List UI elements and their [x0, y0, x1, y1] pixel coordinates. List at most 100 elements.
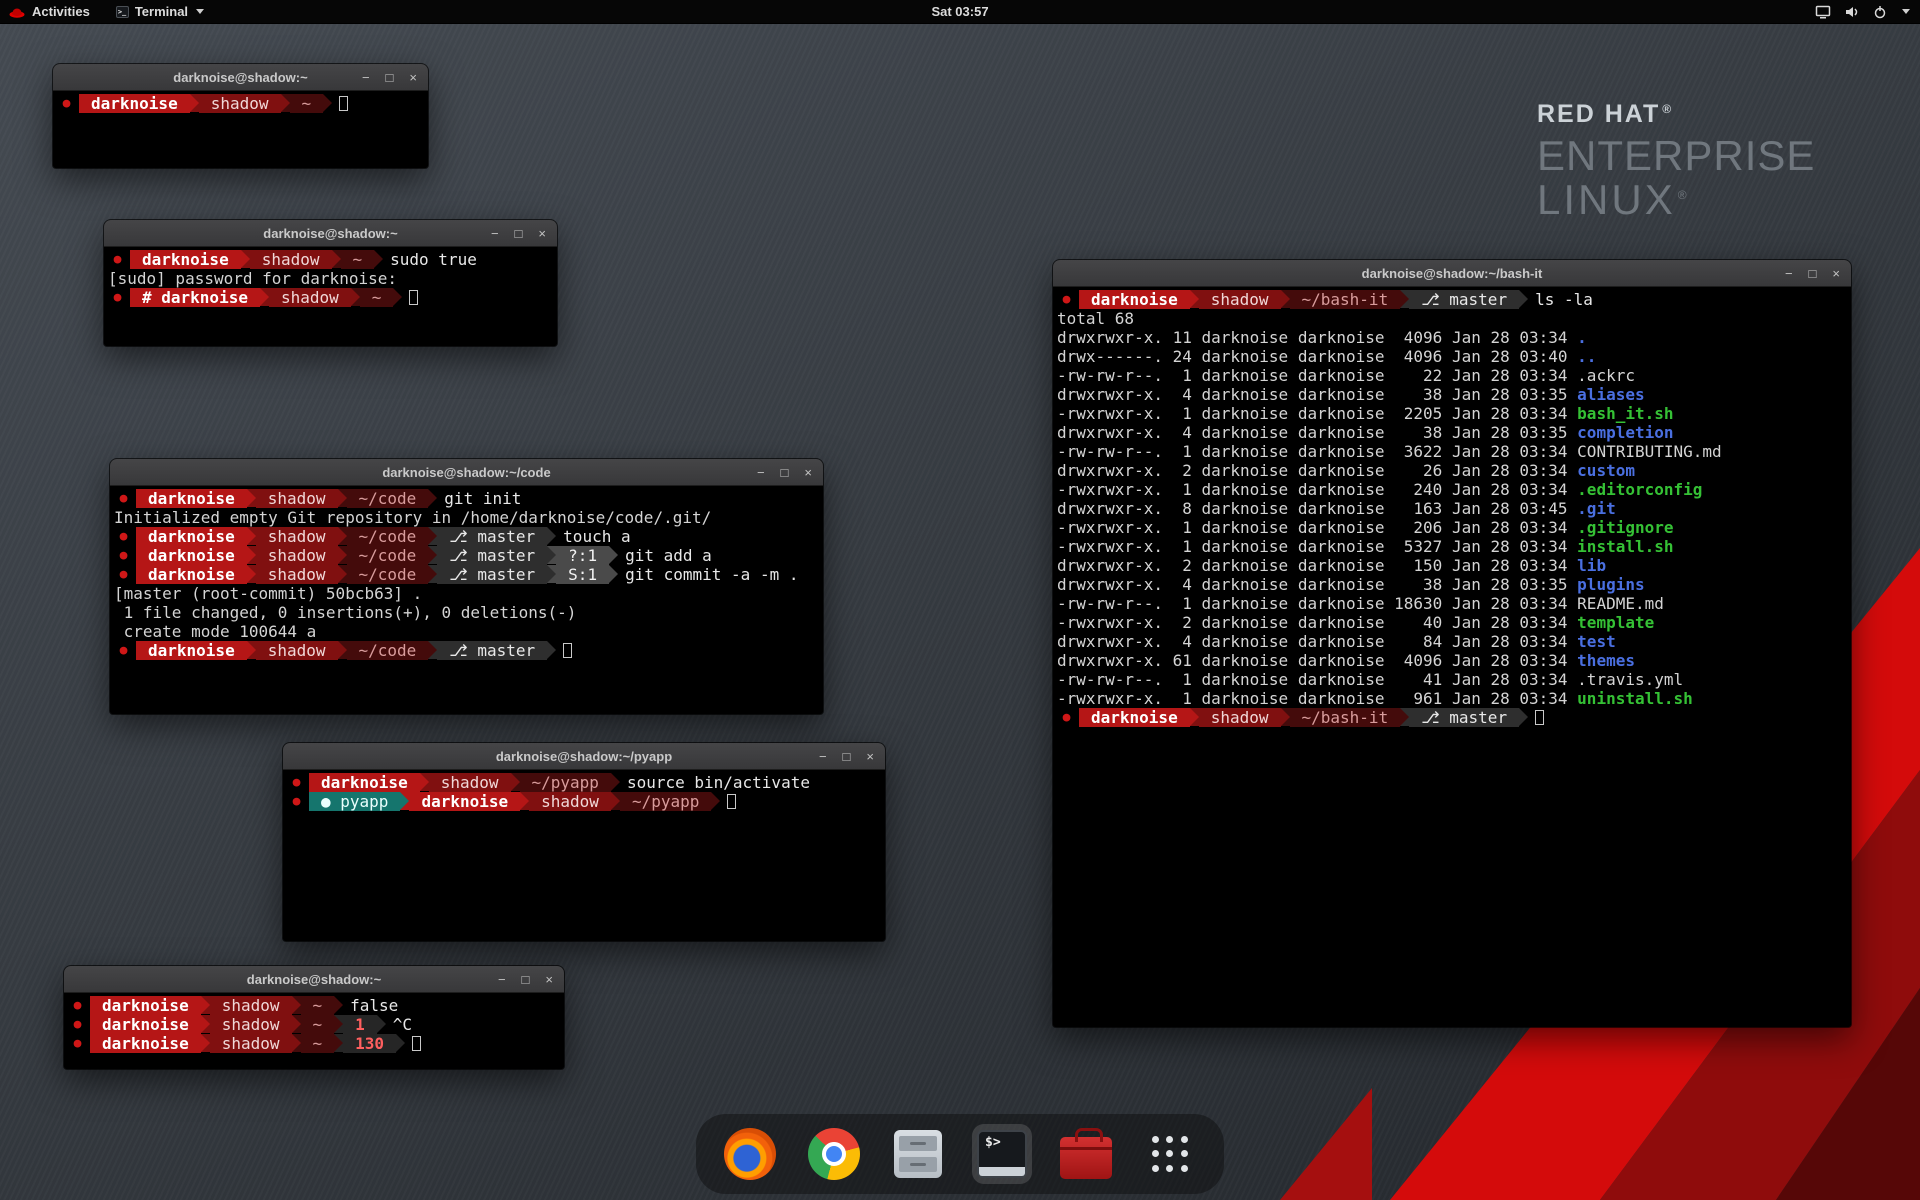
system-status-area[interactable] — [1815, 5, 1910, 19]
dock-item-toolbox[interactable] — [1056, 1124, 1116, 1184]
terminal-text-out: Initialized empty Git repository in /hom… — [114, 508, 711, 527]
dock-item-files[interactable] — [888, 1124, 948, 1184]
window-titlebar[interactable]: darknoise@shadow:~/code − □ × — [110, 459, 823, 486]
window-titlebar[interactable]: darknoise@shadow:~ − □ × — [53, 64, 428, 91]
terminal-line: create mode 100644 a — [114, 622, 823, 641]
terminal-line: drwx------. 24 darknoise darknoise 4096 … — [1057, 347, 1851, 366]
window-maximize-button[interactable]: □ — [386, 71, 394, 84]
prompt-segment-p-err: 1 — [343, 1015, 377, 1034]
window-title: darknoise@shadow:~ — [104, 220, 557, 247]
terminal-content[interactable]: ●darknoiseshadow~/pyappsource bin/activa… — [283, 770, 885, 941]
prompt-segment-p-path: ~/bash-it — [1290, 290, 1401, 309]
terminal-cursor — [339, 96, 348, 111]
terminal-text-out: drwxrwxr-x. 2 darknoise darknoise 150 Ja… — [1057, 556, 1577, 575]
window-titlebar[interactable]: darknoise@shadow:~ − □ × — [64, 966, 564, 993]
terminal-window-code: darknoise@shadow:~/code − □ × ●darknoise… — [110, 459, 823, 714]
powerline-arrow-icon — [292, 1034, 301, 1052]
prompt-segment-p-path: ~ — [290, 94, 324, 113]
prompt-segment-p-user: darknoise — [409, 792, 520, 811]
terminal-text-cmd: false — [350, 996, 398, 1015]
prompt-segment-p-user: darknoise — [1079, 290, 1190, 309]
clock[interactable]: Sat 03:57 — [0, 4, 1920, 19]
app-menu-terminal[interactable]: >_ Terminal — [116, 4, 204, 19]
window-titlebar[interactable]: darknoise@shadow:~/pyapp − □ × — [283, 743, 885, 770]
prompt-segment-p-path: ~ — [301, 996, 335, 1015]
window-title: darknoise@shadow:~ — [64, 966, 564, 993]
window-controls: − □ × — [819, 743, 874, 770]
window-minimize-button[interactable]: − — [1785, 267, 1793, 280]
terminal-line: ●darknoiseshadow~1^C — [68, 1015, 564, 1034]
grid-dot — [1181, 1136, 1188, 1143]
terminal-content[interactable]: ●darknoiseshadow~/codegit initInitialize… — [110, 486, 823, 714]
brand-enterprise-text: ENTERPRISE — [1537, 134, 1815, 178]
terminal-line: ●darknoiseshadow~ — [57, 94, 428, 113]
window-controls: − □ × — [1785, 260, 1840, 287]
powerline-arrow-icon — [511, 773, 520, 791]
terminal-text-exe: .gitignore — [1577, 518, 1673, 537]
prompt-segment-p-host: shadow — [199, 94, 281, 113]
window-maximize-button[interactable]: □ — [843, 750, 851, 763]
window-controls: − □ × — [362, 64, 417, 91]
window-maximize-button[interactable]: □ — [515, 227, 523, 240]
terminal-text-out: drwxrwxr-x. 11 darknoise darknoise 4096 … — [1057, 328, 1577, 347]
redhat-icon: ● — [116, 489, 131, 508]
powerline-arrow-icon — [201, 1034, 210, 1052]
terminal-text-exe: install.sh — [1577, 537, 1673, 556]
prompt-segment-p-user: darknoise — [136, 489, 247, 508]
window-close-button[interactable]: × — [1832, 267, 1840, 280]
window-maximize-button[interactable]: □ — [781, 466, 789, 479]
dock-item-terminal[interactable] — [972, 1124, 1032, 1184]
terminal-line: 1 file changed, 0 insertions(+), 0 delet… — [114, 603, 823, 622]
terminal-line: -rwxrwxr-x. 1 darknoise darknoise 240 Ja… — [1057, 480, 1851, 499]
dock-item-chrome[interactable] — [804, 1124, 864, 1184]
powerline-arrow-icon — [547, 527, 556, 545]
powerline-arrow-icon — [338, 489, 347, 507]
window-close-button[interactable]: × — [538, 227, 546, 240]
powerline-arrow-icon — [428, 527, 437, 545]
terminal-window-exit-codes: darknoise@shadow:~ − □ × ●darknoiseshado… — [64, 966, 564, 1069]
window-titlebar[interactable]: darknoise@shadow:~/bash-it − □ × — [1053, 260, 1851, 287]
window-close-button[interactable]: × — [804, 466, 812, 479]
terminal-line: ●darknoiseshadow~/code⎇ masterS:1git com… — [114, 565, 823, 584]
window-close-button[interactable]: × — [409, 71, 417, 84]
window-maximize-button[interactable]: □ — [1809, 267, 1817, 280]
window-minimize-button[interactable]: − — [757, 466, 765, 479]
window-minimize-button[interactable]: − — [819, 750, 827, 763]
powerline-arrow-icon — [1519, 290, 1528, 308]
window-close-button[interactable]: × — [545, 973, 553, 986]
terminal-content[interactable]: ●darknoiseshadow~sudo true[sudo] passwor… — [104, 247, 557, 346]
dock-item-firefox[interactable] — [720, 1124, 780, 1184]
window-titlebar[interactable]: darknoise@shadow:~ − □ × — [104, 220, 557, 247]
prompt-segment-p-host: shadow — [256, 641, 338, 660]
terminal-content[interactable]: ●darknoiseshadow~/bash-it⎇ masterls -lat… — [1053, 287, 1851, 1027]
terminal-line: ●darknoiseshadow~/code⎇ master?:1git add… — [114, 546, 823, 565]
prompt-segment-p-git: ⎇ master — [1409, 290, 1519, 309]
terminal-content[interactable]: ●darknoiseshadow~false●darknoiseshadow~1… — [64, 993, 564, 1069]
activities-button[interactable]: Activities — [8, 4, 90, 19]
terminal-line: ●darknoiseshadow~/code⎇ mastertouch a — [114, 527, 823, 546]
terminal-content[interactable]: ●darknoiseshadow~ — [53, 91, 428, 168]
brand-redhat-text: RED HAT® — [1537, 100, 1815, 129]
prompt-segment-p-host: shadow — [1199, 290, 1281, 309]
powerline-arrow-icon — [396, 1034, 405, 1052]
dock-item-show-applications[interactable] — [1140, 1124, 1200, 1184]
grid-dot — [1166, 1165, 1173, 1172]
powerline-arrow-icon — [334, 1034, 343, 1052]
redhat-icon: ● — [116, 641, 131, 660]
terminal-text-out: -rwxrwxr-x. 1 darknoise darknoise 206 Ja… — [1057, 518, 1577, 537]
prompt-segment-p-git: ⎇ master — [1409, 708, 1519, 727]
window-maximize-button[interactable]: □ — [522, 973, 530, 986]
window-minimize-button[interactable]: − — [498, 973, 506, 986]
powerline-arrow-icon — [611, 773, 620, 791]
terminal-text-cmd: git add a — [625, 546, 712, 565]
powerline-arrow-icon — [190, 94, 199, 112]
window-controls: − □ × — [757, 459, 812, 486]
window-minimize-button[interactable]: − — [491, 227, 499, 240]
prompt-segment-p-path: ~ — [341, 250, 375, 269]
redhat-icon: ● — [70, 996, 85, 1015]
brand-redhat-label: RED HAT — [1537, 100, 1660, 128]
prompt-segment-p-user: darknoise — [130, 250, 241, 269]
window-minimize-button[interactable]: − — [362, 71, 370, 84]
window-close-button[interactable]: × — [866, 750, 874, 763]
terminal-text-dir: plugins — [1577, 575, 1644, 594]
